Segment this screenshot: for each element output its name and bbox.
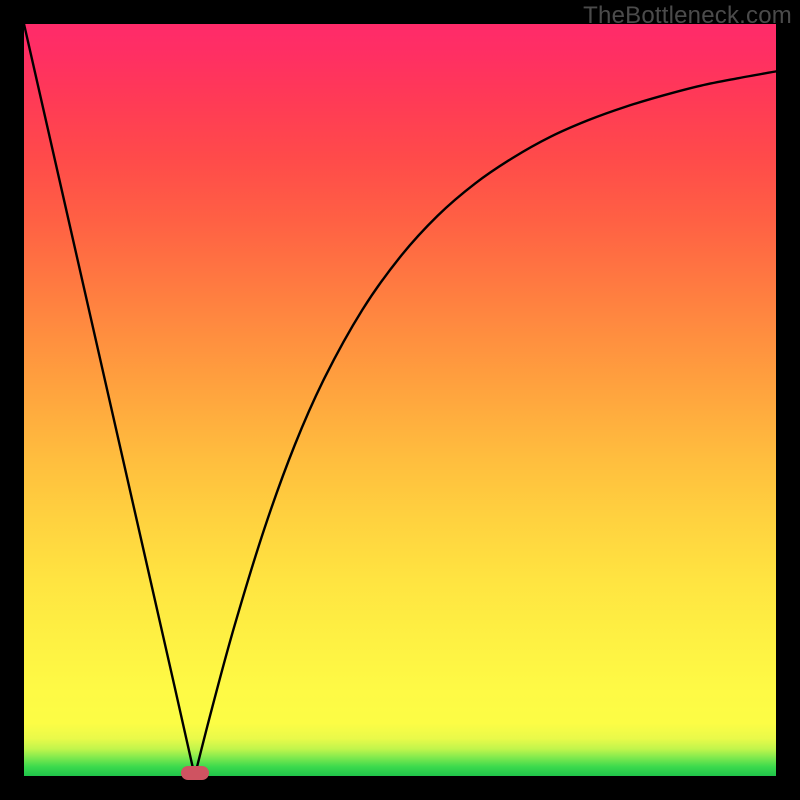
curve-left-branch	[24, 24, 195, 776]
plot-frame	[24, 24, 776, 776]
watermark-text: TheBottleneck.com	[583, 2, 792, 30]
bottleneck-curve	[24, 24, 776, 776]
optimal-marker	[181, 766, 209, 780]
curve-right-branch	[195, 71, 776, 776]
